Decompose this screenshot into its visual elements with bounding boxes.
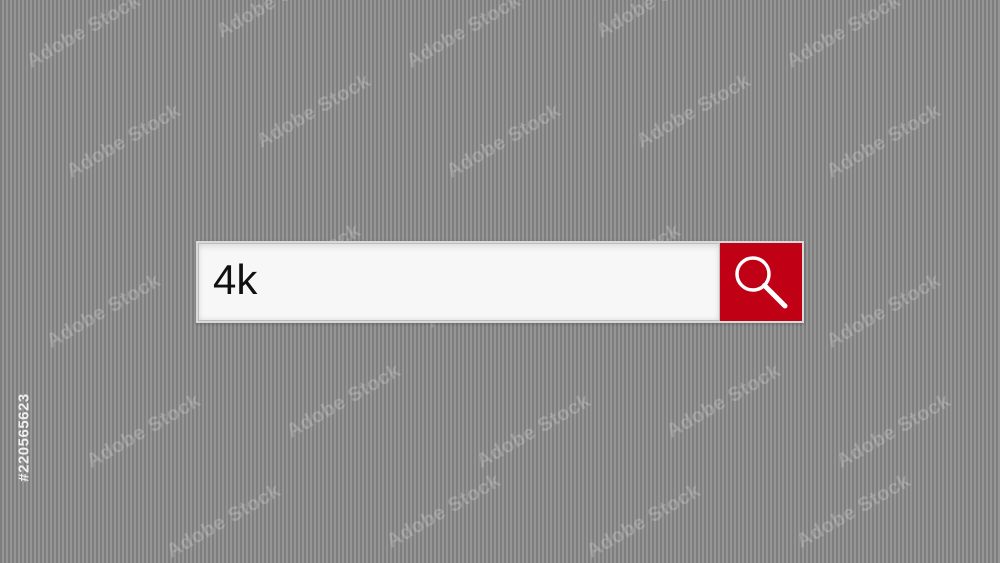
- watermark-text: Adobe Stock: [832, 389, 955, 473]
- watermark-text: Adobe Stock: [212, 0, 335, 43]
- watermark-text: Adobe Stock: [162, 479, 285, 563]
- search-icon: [735, 256, 788, 309]
- watermark-text: Adobe Stock: [822, 99, 945, 183]
- watermark-text: Adobe Stock: [62, 99, 185, 183]
- search-bar: 4k: [196, 241, 804, 323]
- watermark-text: Adobe Stock: [442, 99, 565, 183]
- watermark-text: Adobe Stock: [382, 469, 505, 553]
- watermark-text: Adobe Stock: [42, 269, 165, 353]
- stock-id-text: #220565623: [15, 392, 33, 482]
- watermark-text: Adobe Stock: [472, 389, 595, 473]
- watermark-text: Adobe Stock: [662, 359, 785, 443]
- watermark-text: Adobe Stock: [82, 389, 205, 473]
- watermark-text: Adobe Stock: [592, 0, 715, 43]
- stock-id-label: #220565623: [12, 322, 36, 552]
- watermark-text: Adobe Stock: [402, 0, 525, 73]
- watermark-text: Adobe Stock: [22, 0, 145, 73]
- watermark-text: Adobe Stock: [782, 0, 905, 73]
- watermark-text: Adobe Stock: [792, 469, 915, 553]
- search-input-value: 4k: [213, 256, 258, 303]
- search-input[interactable]: 4k: [198, 243, 720, 321]
- watermark-text: Adobe Stock: [632, 69, 755, 153]
- watermark-text: Adobe Stock: [582, 479, 705, 563]
- search-button[interactable]: [720, 243, 802, 321]
- watermark-text: Adobe Stock: [282, 359, 405, 443]
- watermark-text: Adobe Stock: [822, 269, 945, 353]
- watermark-text: Adobe Stock: [252, 69, 375, 153]
